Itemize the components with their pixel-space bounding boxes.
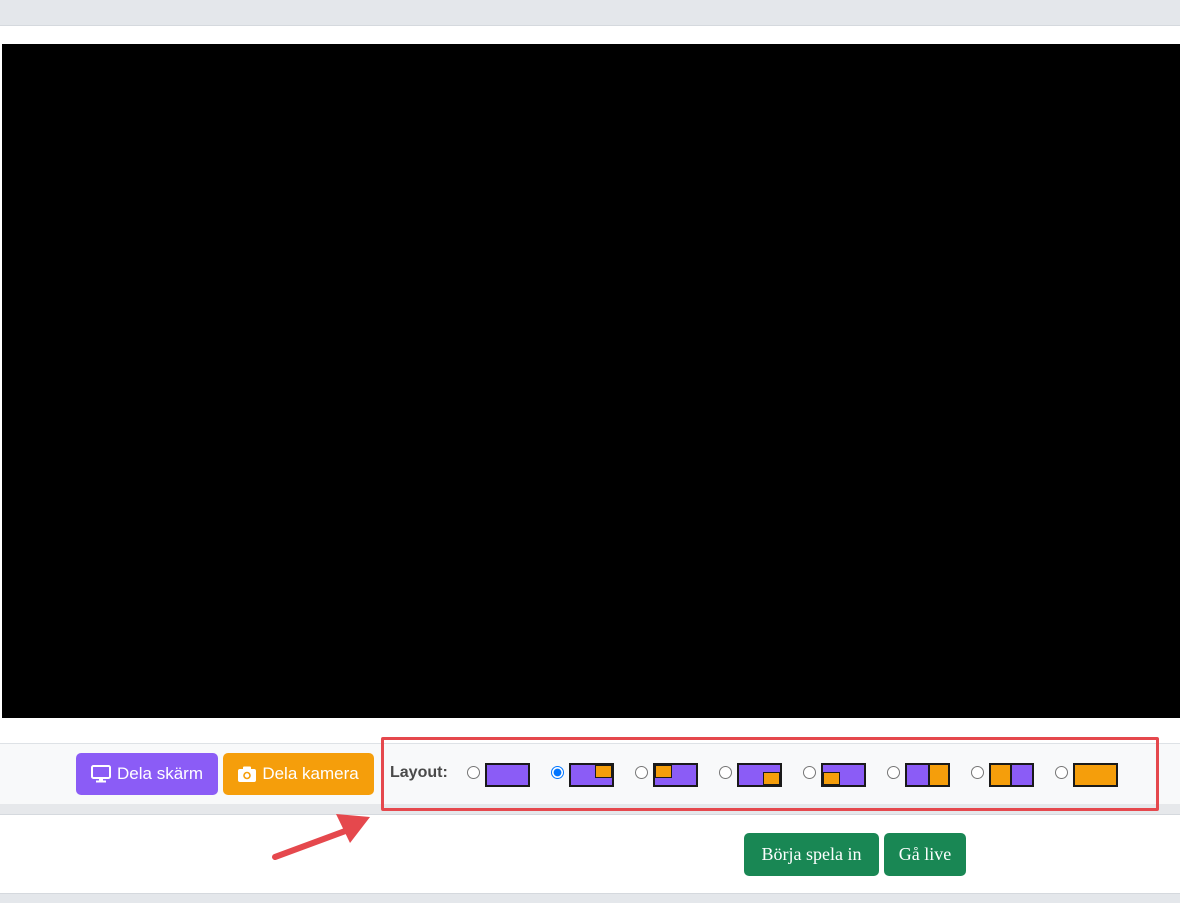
start-recording-button[interactable]: Börja spela in bbox=[744, 833, 879, 876]
annotation-arrow-icon bbox=[272, 814, 370, 860]
go-live-button[interactable]: Gå live bbox=[884, 833, 966, 876]
